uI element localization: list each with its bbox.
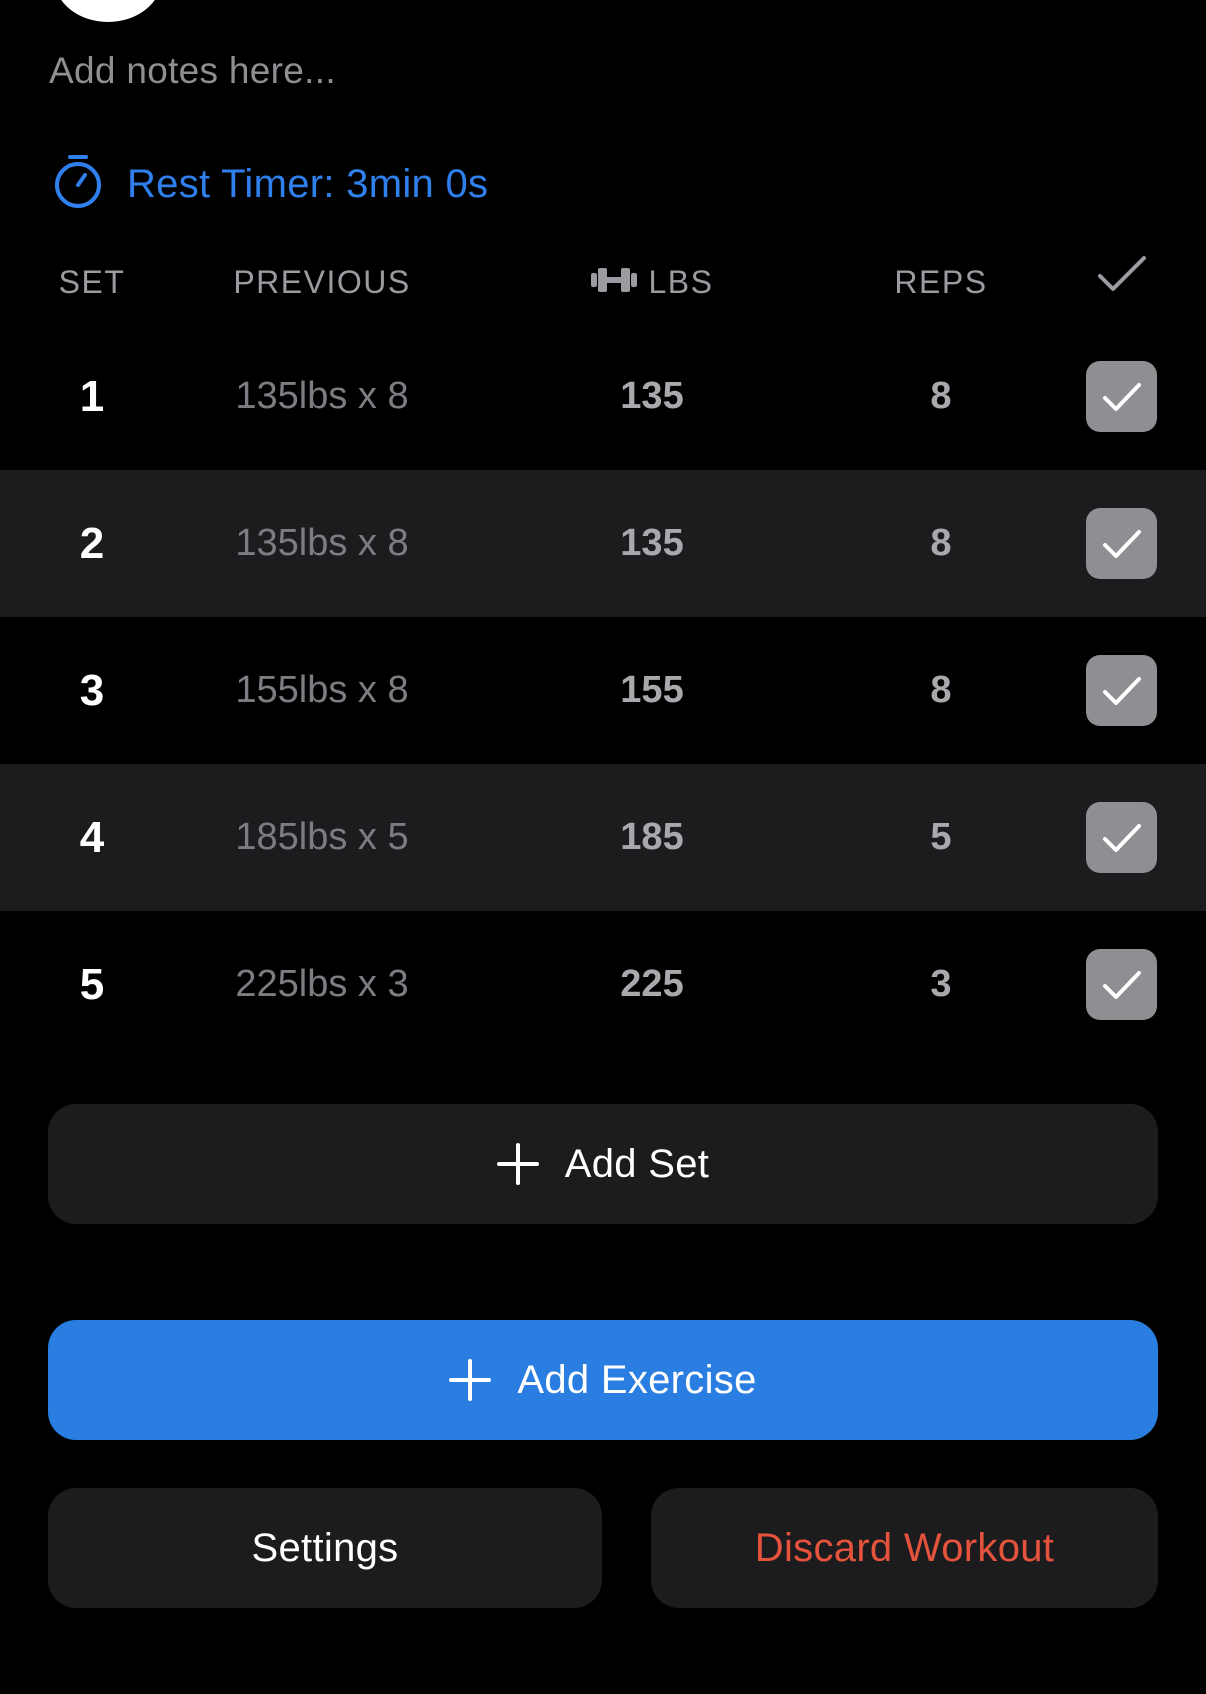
weight-input[interactable]: 155 [552, 617, 752, 764]
previous-value[interactable]: 225lbs x 3 [192, 911, 452, 1058]
previous-value[interactable]: 185lbs x 5 [192, 764, 452, 911]
set-row: 4 185lbs x 5 185 5 [0, 764, 1206, 911]
reps-input[interactable]: 5 [841, 764, 1041, 911]
set-number: 5 [79, 960, 105, 1009]
set-row: 3 155lbs x 8 155 8 [0, 617, 1206, 764]
reps-input[interactable]: 8 [841, 617, 1041, 764]
settings-label: Settings [251, 1525, 399, 1570]
reps-input[interactable]: 8 [841, 470, 1041, 617]
discard-workout-button[interactable]: Discard Workout [651, 1488, 1158, 1608]
header-lbs-label: LBS [648, 264, 714, 300]
weight-input[interactable]: 135 [552, 470, 752, 617]
rest-timer-button[interactable]: Rest Timer: 3min 0s [52, 154, 488, 214]
add-set-button[interactable]: Add Set [48, 1104, 1158, 1224]
header-lbs: LBS [552, 255, 752, 309]
previous-value[interactable]: 135lbs x 8 [192, 323, 452, 470]
set-number: 4 [79, 813, 105, 862]
header-reps: REPS [894, 264, 988, 300]
weight-input[interactable]: 225 [552, 911, 752, 1058]
sets-table: 1 135lbs x 8 135 8 2 135lbs x 8 135 8 3 … [0, 323, 1206, 1058]
exercise-avatar[interactable] [54, 0, 162, 22]
complete-set-checkbox[interactable] [1086, 802, 1157, 873]
header-previous: PREVIOUS [233, 264, 411, 300]
complete-set-checkbox[interactable] [1086, 361, 1157, 432]
complete-set-checkbox[interactable] [1086, 949, 1157, 1020]
set-number: 3 [79, 666, 105, 715]
set-row: 2 135lbs x 8 135 8 [0, 470, 1206, 617]
weight-input[interactable]: 185 [552, 764, 752, 911]
set-number: 2 [79, 519, 105, 568]
set-row: 1 135lbs x 8 135 8 [0, 323, 1206, 470]
notes-input[interactable]: Add notes here... [49, 50, 949, 92]
header-set: SET [58, 264, 126, 300]
set-row: 5 225lbs x 3 225 3 [0, 911, 1206, 1058]
reps-input[interactable]: 3 [841, 911, 1041, 1058]
complete-set-checkbox[interactable] [1086, 655, 1157, 726]
set-number: 1 [79, 372, 105, 421]
dumbbell-icon [590, 255, 649, 309]
add-exercise-label: Add Exercise [517, 1357, 757, 1402]
checkmark-icon [1102, 529, 1141, 558]
add-exercise-button[interactable]: Add Exercise [48, 1320, 1158, 1440]
discard-workout-label: Discard Workout [754, 1525, 1055, 1570]
reps-input[interactable]: 8 [841, 323, 1041, 470]
checkmark-icon [1102, 970, 1141, 999]
previous-value[interactable]: 135lbs x 8 [192, 470, 452, 617]
checkmark-icon [1102, 823, 1141, 852]
settings-button[interactable]: Settings [48, 1488, 602, 1608]
add-set-label: Add Set [564, 1141, 710, 1186]
previous-value[interactable]: 155lbs x 8 [192, 617, 452, 764]
rest-timer-label: Rest Timer: 3min 0s [127, 161, 489, 206]
plus-icon [449, 1359, 492, 1401]
header-complete [1090, 255, 1154, 309]
checkmark-icon [1096, 254, 1148, 310]
stopwatch-icon [52, 152, 104, 217]
checkmark-icon [1102, 382, 1141, 411]
complete-set-checkbox[interactable] [1086, 508, 1157, 579]
weight-input[interactable]: 135 [552, 323, 752, 470]
sets-table-header: SET PREVIOUS LBS REPS [0, 255, 1206, 309]
checkmark-icon [1102, 676, 1141, 705]
plus-icon [496, 1143, 539, 1185]
